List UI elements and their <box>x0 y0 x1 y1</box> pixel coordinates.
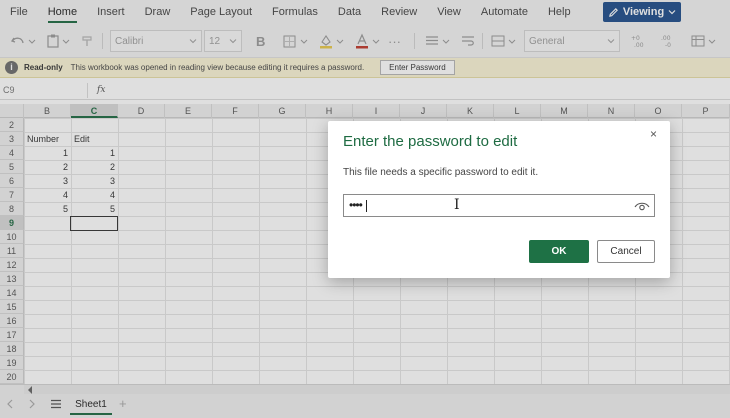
cancel-button[interactable]: Cancel <box>597 240 655 263</box>
dialog-title: Enter the password to edit <box>343 133 518 150</box>
password-input[interactable]: •••• I <box>343 194 655 217</box>
text-caret <box>366 200 367 212</box>
text-cursor-icon: I <box>454 197 460 213</box>
close-icon[interactable]: × <box>650 127 657 141</box>
password-dialog: Enter the password to edit × This file n… <box>328 121 670 278</box>
eye-icon[interactable] <box>634 200 650 212</box>
ok-button[interactable]: OK <box>529 240 589 263</box>
dialog-message: This file needs a specific password to e… <box>343 167 539 178</box>
password-value: •••• <box>349 198 363 212</box>
